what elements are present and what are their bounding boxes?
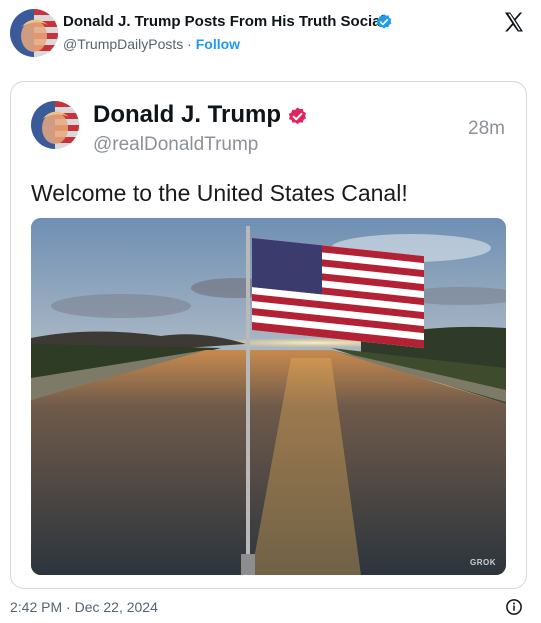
embedded-author-name[interactable]: Donald J. Trump [93, 101, 281, 129]
post-image[interactable]: GROK [31, 218, 506, 575]
embedded-author-handle[interactable]: @realDonaldTrump [93, 134, 258, 156]
author-name[interactable]: Donald J. Trump Posts From His Truth Soc… [63, 13, 385, 30]
author-handle[interactable]: @TrumpDailyPosts [63, 36, 183, 52]
embedded-avatar[interactable] [31, 101, 79, 149]
verified-badge-icon [376, 14, 392, 29]
follow-button[interactable]: Follow [196, 36, 240, 52]
embedded-post-time: 28m [468, 118, 505, 139]
image-watermark: GROK [470, 558, 496, 567]
avatar[interactable] [10, 9, 58, 57]
info-icon[interactable] [505, 598, 523, 616]
handle-line: @TrumpDailyPosts · Follow [63, 36, 240, 52]
tweet-header: Donald J. Trump Posts From His Truth Soc… [0, 0, 541, 70]
embedded-post-card[interactable]: Donald J. Trump @realDonaldTrump 28m Wel… [10, 81, 527, 589]
verified-badge-icon [288, 107, 306, 125]
tweet-timestamp[interactable]: 2:42 PM · Dec 22, 2024 [10, 599, 158, 615]
x-logo-icon[interactable] [502, 10, 526, 34]
post-text: Welcome to the United States Canal! [31, 180, 408, 206]
separator: · [187, 36, 192, 52]
